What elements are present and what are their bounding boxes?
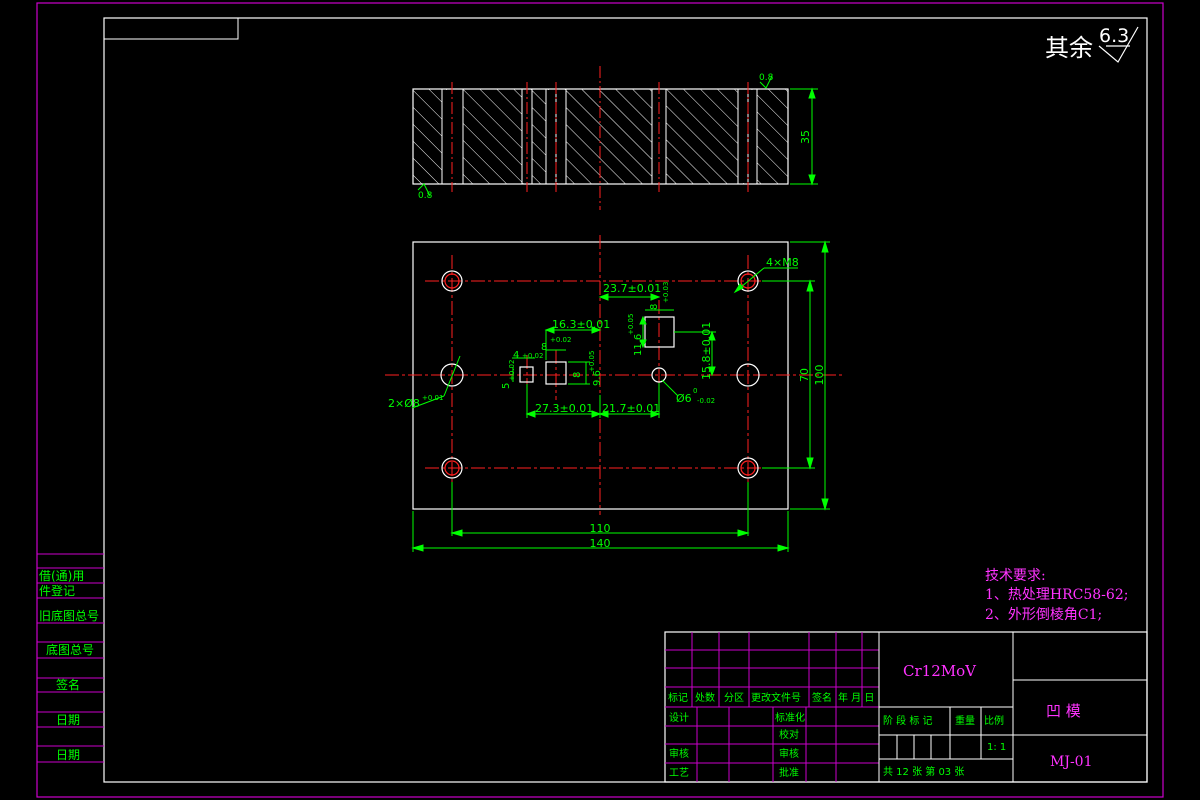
dim-11-6: 11.6 — [633, 334, 644, 356]
thread-note: 4×M8 — [766, 256, 799, 269]
dim-15-8: 15.8±0.01 — [700, 322, 713, 380]
left-label-6: 日期 — [56, 713, 80, 727]
drawing-number: MJ-01 — [1050, 754, 1093, 770]
dim-8c: 8 — [572, 372, 583, 378]
dim-8b: 8 — [649, 304, 660, 310]
left-label-3: 旧底图总号 — [39, 608, 99, 623]
left-margin-table: 借(通)用 件登记 旧底图总号 底图总号 签名 日期 日期 — [37, 553, 104, 763]
dim-4: 4 — [513, 350, 519, 361]
hdr-count: 处数 — [695, 691, 715, 704]
label-approve: 批准 — [779, 766, 799, 779]
technical-requirements: 技术要求: 1、热处理HRC58-62; 2、外形倒棱角C1; — [985, 568, 1128, 623]
sheet-count: 共 12 张 第 03 张 — [883, 765, 964, 778]
dim-23-7: 23.7±0.01 — [603, 282, 661, 295]
dim-16-3: 16.3±0.01 — [552, 318, 610, 331]
scale-value: 1: 1 — [987, 742, 1006, 753]
part-name: 凹 模 — [1046, 702, 1081, 720]
dim-5-tol: +0.02 — [508, 360, 516, 381]
pin-note-tol: +0.01 — [422, 394, 443, 402]
tech-item-1: 1、热处理HRC58-62; — [985, 587, 1128, 603]
roughness-symbol: 其余 6.3 — [1045, 25, 1139, 63]
label-scale: 比例 — [984, 714, 1004, 727]
corner-box — [103, 17, 239, 40]
dim-5: 5 — [501, 383, 512, 389]
pin-note-main: 2×Ø8 — [388, 397, 420, 410]
left-label-1: 借(通)用 — [39, 569, 84, 583]
dim-11-6-tol: +0.05 — [627, 314, 635, 335]
roughness-value: 6.3 — [1099, 25, 1129, 47]
dim-4-tol: +0.02 — [522, 352, 543, 360]
left-label-4: 底图总号 — [46, 642, 94, 657]
dim-9-6-tol: +0.05 — [588, 351, 596, 372]
ra-bottom: 0.8 — [418, 191, 433, 201]
height-inner-dim: 70 — [798, 368, 811, 382]
side-view: 35 0.8 0.8 — [412, 66, 818, 210]
label-weight: 重量 — [955, 714, 975, 727]
thickness-dim: 35 — [799, 130, 812, 144]
drawing-canvas: 其余 6.3 35 0.8 0.8 140 110 100 70 4×M8 2×… — [36, 2, 1164, 798]
hole6-main: Ø6 — [676, 392, 692, 405]
roughness-prefix: 其余 — [1045, 34, 1093, 62]
title-block: Cr12MoV 凹 模 MJ-01 标记 处数 分区 更改文件号 签名 年 月 … — [664, 631, 1148, 783]
hdr-mark: 标记 — [668, 692, 688, 704]
hole6-tol: -0.02 — [697, 397, 715, 405]
material: Cr12MoV — [903, 662, 977, 680]
hdr-doc: 更改文件号 — [751, 691, 801, 704]
label-stage-mark: 阶 段 标 记 — [883, 714, 933, 727]
label-check: 校对 — [779, 728, 799, 741]
hdr-zone: 分区 — [724, 692, 744, 704]
dim-8a-tol: +0.02 — [550, 336, 571, 344]
left-label-5: 签名 — [56, 677, 80, 692]
left-label-2: 件登记 — [39, 583, 75, 598]
label-review: 审核 — [669, 747, 689, 760]
tech-item-2: 2、外形倒棱角C1; — [985, 607, 1102, 623]
hdr-date: 年 月 日 — [838, 691, 874, 704]
label-audit: 审核 — [779, 747, 799, 760]
width-inner-dim: 110 — [590, 522, 611, 535]
height-outer-dim: 100 — [813, 365, 826, 386]
label-design: 设计 — [669, 711, 689, 724]
label-process: 工艺 — [669, 767, 689, 779]
top-view: 140 110 100 70 4×M8 2×Ø8 +0.01 Ø6 -0.02 … — [385, 235, 845, 552]
dim-8b-tol: +0.03 — [662, 282, 670, 303]
width-outer-dim: 140 — [590, 537, 611, 550]
hole6-zero: 0 — [693, 387, 697, 395]
hdr-sign: 签名 — [812, 691, 832, 704]
left-label-7: 日期 — [56, 748, 80, 762]
dim-27-3: 27.3±0.01 — [535, 402, 593, 415]
dim-21-7: 21.7±0.01 — [602, 402, 660, 415]
tech-title: 技术要求: — [985, 568, 1046, 584]
label-standardize: 标准化 — [775, 711, 805, 724]
